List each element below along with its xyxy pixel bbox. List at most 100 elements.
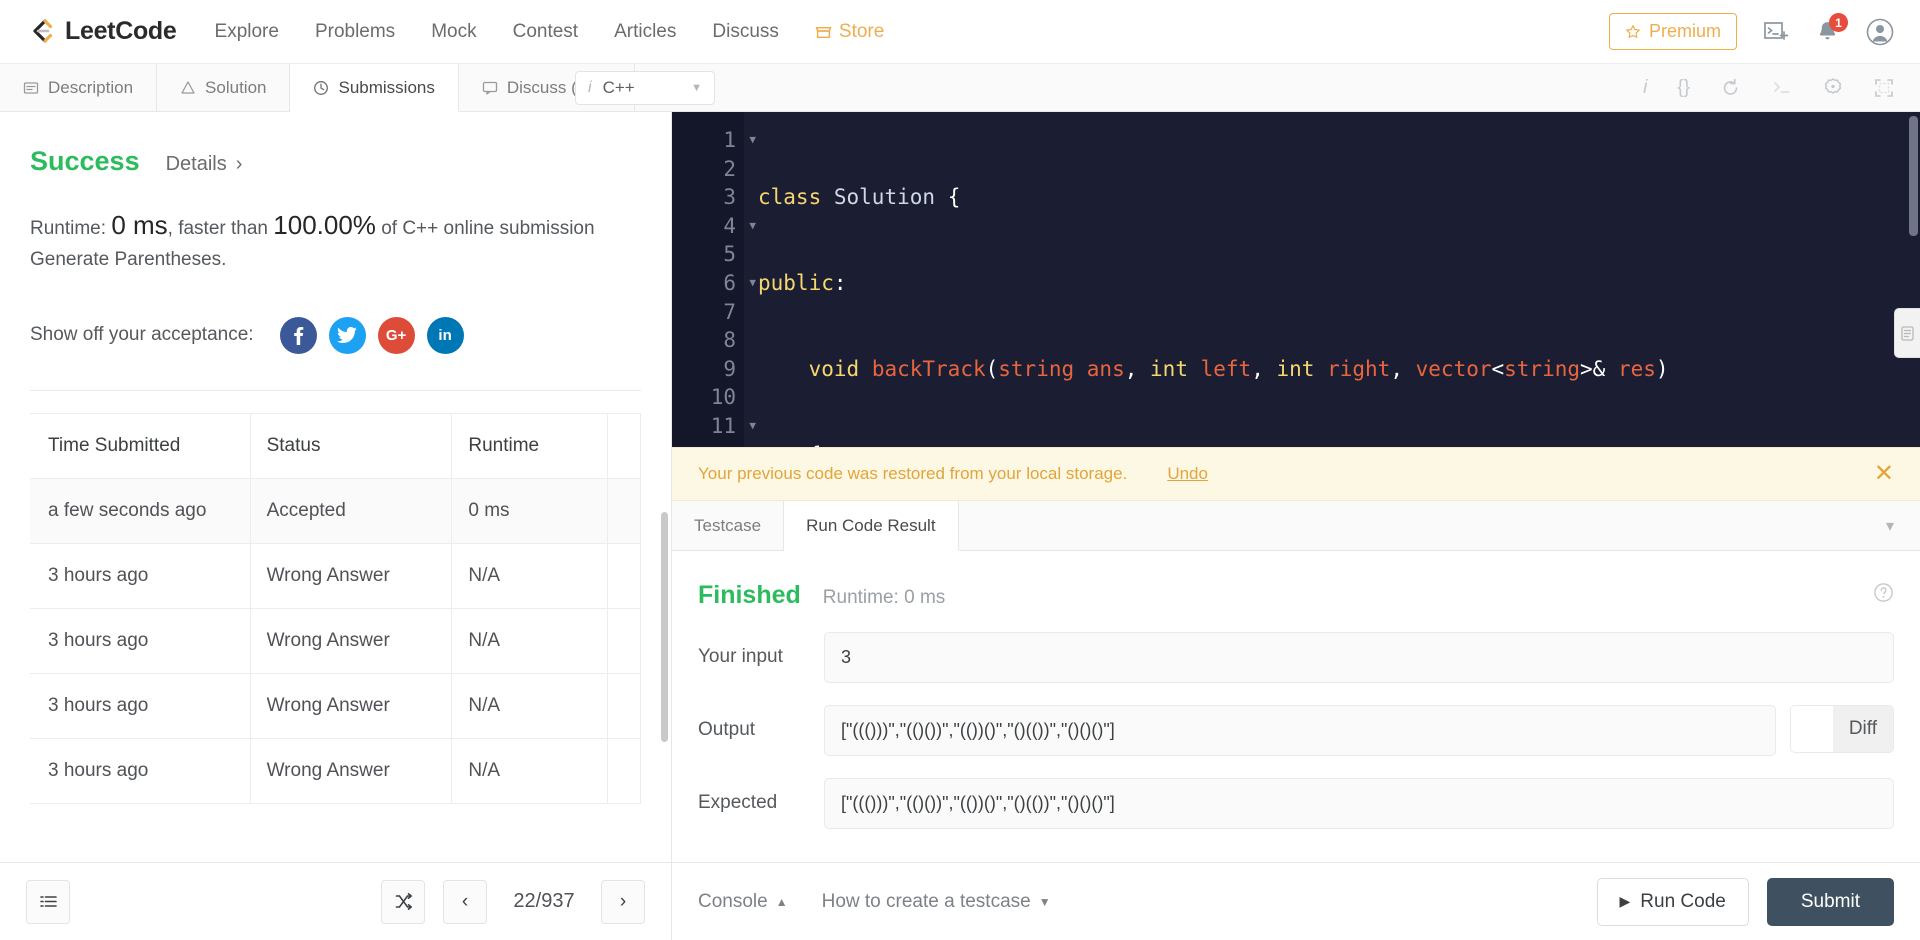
table-row[interactable]: 3 hours ago Wrong Answer N/A — [30, 608, 641, 674]
code-line: { — [758, 441, 1920, 447]
table-row[interactable]: 3 hours ago Wrong Answer N/A — [30, 673, 641, 739]
line-number: 2 — [672, 155, 744, 184]
cell-runtime: 0 ms — [451, 478, 608, 544]
close-icon[interactable]: ✕ — [1874, 462, 1894, 486]
star-icon — [1625, 24, 1641, 40]
nav-item-mock[interactable]: Mock — [431, 21, 476, 43]
runtime-prefix: Runtime: — [30, 218, 112, 239]
submissions-scrollbar[interactable] — [661, 512, 668, 742]
your-input-value[interactable]: 3 — [824, 632, 1894, 683]
nav-item-problems[interactable]: Problems — [315, 21, 395, 43]
cell-time: 3 hours ago — [30, 738, 251, 804]
console-icon[interactable] — [1771, 77, 1792, 98]
fold-arrow-icon[interactable]: ▼ — [749, 412, 756, 441]
leetcode-app: LeetCode Explore Problems Mock Contest A… — [0, 0, 1920, 940]
tab-testcase[interactable]: Testcase — [672, 501, 785, 550]
tab-description[interactable]: Description — [0, 64, 158, 111]
braces-icon[interactable]: {} — [1677, 77, 1690, 99]
chevron-right-icon: › — [235, 153, 243, 175]
runtime-suffix: of C++ online submission — [375, 218, 595, 239]
notifications-bell[interactable]: 1 — [1815, 13, 1848, 44]
details-link[interactable]: Details › — [166, 153, 243, 176]
language-selector[interactable]: i C++ ▼ — [575, 70, 715, 105]
table-row[interactable]: 3 hours ago Wrong Answer N/A — [30, 738, 641, 804]
twitter-share-icon[interactable] — [328, 316, 366, 354]
editor-scrollbar[interactable] — [1909, 116, 1918, 236]
comment-icon — [482, 80, 498, 96]
random-problem-button[interactable] — [381, 879, 425, 924]
info-icon[interactable]: i — [1643, 77, 1647, 99]
nav-item-explore[interactable]: Explore — [215, 21, 279, 43]
facebook-share-icon[interactable] — [279, 316, 317, 354]
line-number-value: 10 — [710, 385, 736, 410]
nav-item-articles[interactable]: Articles — [614, 21, 676, 43]
document-icon — [23, 80, 39, 96]
google-plus-share-icon[interactable]: G+ — [377, 316, 415, 354]
line-number: 3 — [672, 183, 744, 212]
details-label: Details — [165, 153, 227, 175]
column-header-time[interactable]: Time Submitted — [30, 412, 251, 479]
chevron-down-icon: ▼ — [691, 81, 702, 94]
problem-list-button[interactable] — [26, 879, 70, 924]
code-editor[interactable]: 1 ▼ 2 3 4 ▼ 5 6 ▼ 7 8 9 10 11 ▼ class Soluti… — [672, 112, 1920, 447]
cell-status[interactable]: Accepted — [250, 478, 453, 544]
cell-status[interactable]: Wrong Answer — [250, 543, 453, 609]
line-number: 7 — [672, 298, 744, 327]
line-number-value: 8 — [723, 328, 736, 353]
table-row[interactable]: 3 hours ago Wrong Answer N/A — [30, 543, 641, 609]
tab-solution[interactable]: Solution — [157, 64, 291, 111]
diff-toggle-label: Diff — [1832, 706, 1893, 752]
user-avatar-icon[interactable] — [1866, 18, 1894, 46]
prev-problem-button[interactable]: ‹ — [443, 879, 487, 924]
fullscreen-icon[interactable] — [1874, 78, 1894, 98]
cell-runtime: N/A — [451, 608, 608, 674]
editor-side-panel-toggle[interactable] — [1894, 308, 1920, 358]
line-number: 11 ▼ — [672, 412, 756, 441]
cell-status[interactable]: Wrong Answer — [250, 673, 453, 739]
cell-status[interactable]: Wrong Answer — [250, 608, 453, 674]
line-number-value: 7 — [723, 299, 736, 324]
leetcode-logo-text: LeetCode — [65, 17, 177, 45]
tab-submissions[interactable]: Submissions — [290, 64, 459, 112]
fold-arrow-icon[interactable]: ▼ — [749, 126, 756, 155]
nav-item-store[interactable]: Store — [815, 21, 884, 43]
terminal-add-icon[interactable] — [1763, 19, 1789, 45]
reset-icon[interactable] — [1720, 77, 1741, 98]
premium-button[interactable]: Premium — [1608, 13, 1737, 50]
output-value: ["((()))","(()())","(())()","()(())","()… — [824, 705, 1776, 756]
editor-tool-icons: i {} — [1643, 77, 1920, 99]
play-icon: ▶ — [1619, 893, 1631, 909]
runtime-percentile: 100.00% — [273, 210, 376, 240]
line-number-value: 11 — [710, 413, 736, 438]
notice-undo-link[interactable]: Undo — [1167, 464, 1208, 484]
run-code-button[interactable]: ▶ Run Code — [1596, 877, 1749, 926]
diff-toggle[interactable]: Diff — [1789, 705, 1894, 753]
run-result-body: Finished Runtime: 0 ms Your input 3 Outp… — [672, 551, 1920, 862]
console-toggle[interactable]: Console ▲ — [698, 891, 788, 913]
cell-status[interactable]: Wrong Answer — [250, 738, 453, 804]
line-number-value: 3 — [723, 185, 736, 210]
how-to-create-testcase-link[interactable]: How to create a testcase ▼ — [822, 891, 1051, 913]
linkedin-share-icon[interactable]: in — [426, 316, 464, 354]
next-problem-button[interactable]: › — [601, 879, 645, 924]
notification-badge: 1 — [1829, 13, 1848, 32]
editor-panel: 1 ▼ 2 3 4 ▼ 5 6 ▼ 7 8 9 10 11 ▼ class Soluti… — [672, 112, 1920, 940]
leetcode-logo[interactable]: LeetCode — [26, 17, 177, 47]
nav-item-contest[interactable]: Contest — [513, 21, 578, 43]
page-counter: 22/937 — [513, 890, 575, 912]
settings-gear-icon[interactable] — [1822, 77, 1844, 99]
fold-arrow-icon[interactable]: ▼ — [749, 269, 756, 298]
code-line: public: — [758, 270, 847, 295]
column-header-runtime[interactable]: Runtime — [451, 412, 608, 479]
table-row[interactable]: a few seconds ago Accepted 0 ms — [30, 478, 641, 544]
collapse-result-button[interactable]: ▾ — [1886, 501, 1920, 550]
nav-item-discuss[interactable]: Discuss — [712, 21, 779, 43]
help-circle-icon[interactable] — [1873, 582, 1894, 603]
language-selector-value: C++ — [602, 77, 635, 97]
column-header-status[interactable]: Status — [250, 412, 453, 479]
editor-code-area[interactable]: class Solution { public: void backTrack(… — [744, 112, 1920, 447]
fold-arrow-icon[interactable]: ▼ — [749, 212, 756, 241]
cell-runtime: N/A — [451, 738, 608, 804]
tab-run-code-result[interactable]: Run Code Result — [784, 501, 959, 551]
submit-button[interactable]: Submit — [1766, 877, 1894, 926]
